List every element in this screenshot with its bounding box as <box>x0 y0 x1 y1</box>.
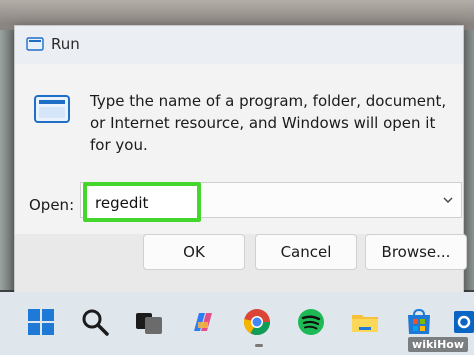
dialog-footer: OK Cancel Browse... <box>15 234 467 301</box>
ok-button[interactable]: OK <box>143 234 245 270</box>
run-dialog: Run Type the name of a program, folder, … <box>14 25 467 302</box>
microsoft-store-icon[interactable] <box>404 307 434 337</box>
open-input[interactable] <box>95 193 425 213</box>
browse-button[interactable]: Browse... <box>365 234 467 270</box>
chrome-active-indicator <box>255 344 263 347</box>
dialog-body: Type the name of a program, folder, docu… <box>15 64 463 234</box>
chevron-down-icon[interactable] <box>441 193 455 207</box>
cancel-button[interactable]: Cancel <box>255 234 357 270</box>
run-program-icon <box>34 95 70 123</box>
dialog-title: Run <box>51 35 80 53</box>
outlook-icon[interactable] <box>452 307 474 337</box>
run-icon <box>26 37 44 51</box>
chrome-icon[interactable] <box>242 307 272 337</box>
file-explorer-icon[interactable] <box>350 307 380 337</box>
open-label: Open: <box>29 196 75 214</box>
title-bar[interactable]: Run <box>15 26 463 64</box>
copilot-icon[interactable] <box>188 307 218 337</box>
highlighted-input-box[interactable] <box>83 182 425 222</box>
wikihow-watermark: wikiHow <box>408 337 468 352</box>
dialog-description: Type the name of a program, folder, docu… <box>90 92 447 154</box>
spotify-icon[interactable] <box>296 307 326 337</box>
search-icon[interactable] <box>80 307 110 337</box>
task-view-icon[interactable] <box>134 307 164 337</box>
taskbar: wikiHow <box>0 292 474 355</box>
windows-start-icon[interactable] <box>26 307 56 337</box>
